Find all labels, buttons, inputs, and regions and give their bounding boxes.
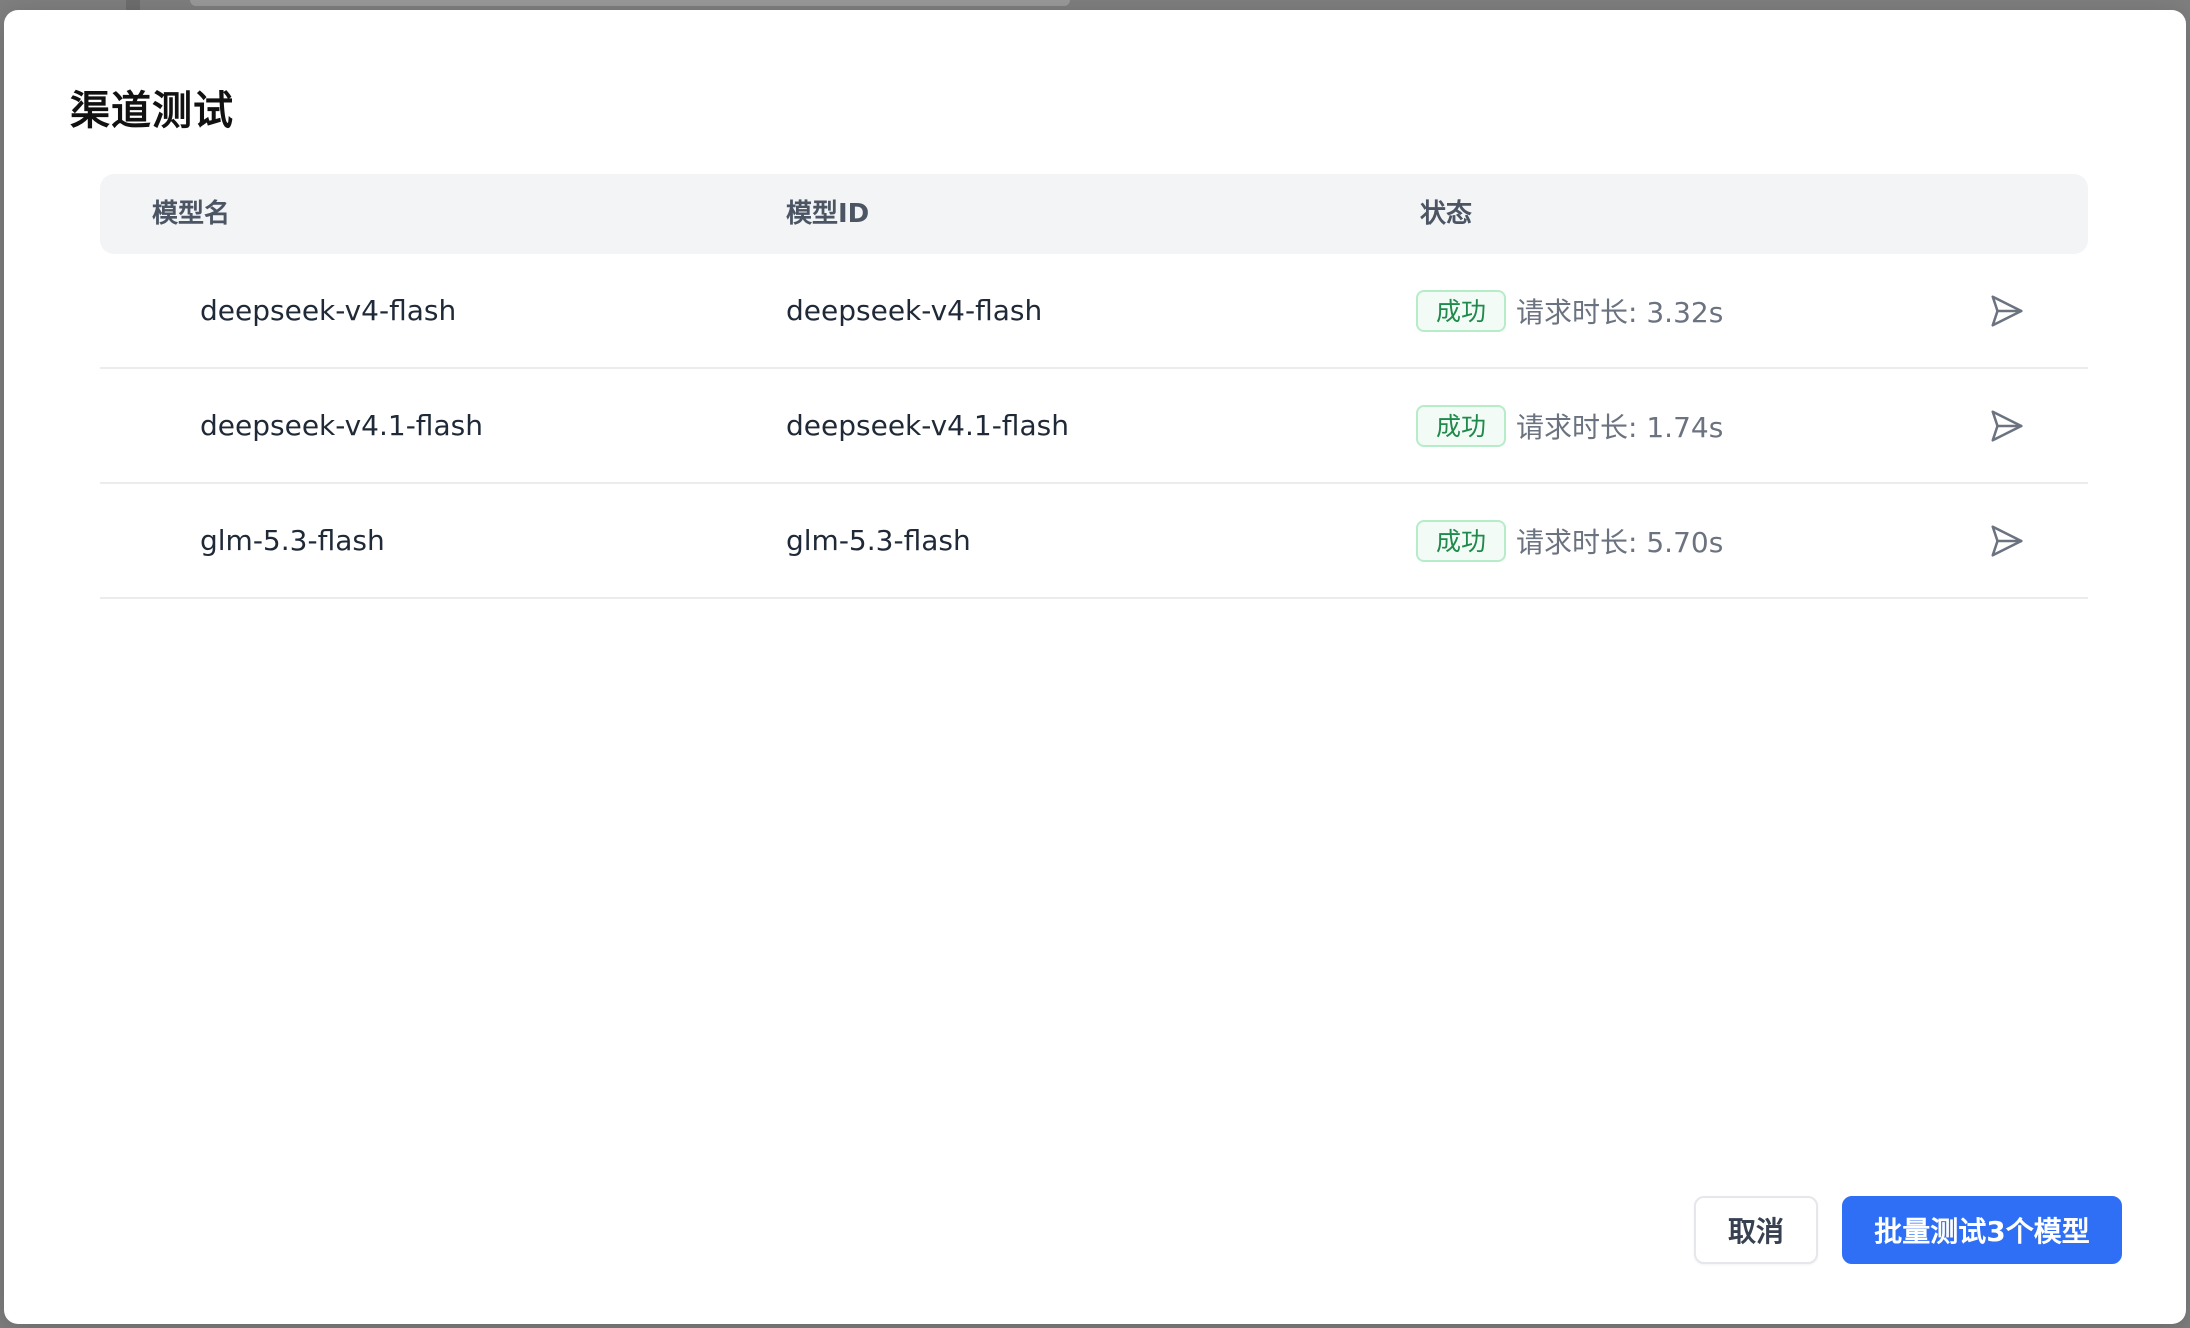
send-icon bbox=[1991, 410, 2023, 442]
status-cell: 成功 请求时长: 1.74s bbox=[1416, 369, 1723, 482]
model-name-cell: deepseek-v4-flash bbox=[200, 294, 457, 327]
request-duration: 请求时长: 5.70s bbox=[1516, 525, 1724, 559]
model-id-cell: deepseek-v4-flash bbox=[786, 294, 1043, 327]
request-duration: 请求时长: 3.32s bbox=[1516, 295, 1724, 329]
table-row: deepseek-v4-flash deepseek-v4-flash 成功 请… bbox=[100, 254, 2088, 369]
background-page-strip bbox=[190, 0, 1070, 6]
dialog-title: 渠道测试 bbox=[70, 88, 234, 134]
header-status: 状态 bbox=[1420, 199, 1473, 229]
channel-test-dialog: 渠道测试 模型名 模型ID 状态 deepseek-v4-flash deeps… bbox=[4, 10, 2186, 1324]
send-icon bbox=[1991, 525, 2023, 557]
cancel-button[interactable]: 取消 bbox=[1694, 1196, 1818, 1264]
status-badge: 成功 bbox=[1416, 404, 1507, 447]
test-model-button[interactable] bbox=[1984, 518, 2030, 564]
test-model-button[interactable] bbox=[1984, 403, 2030, 449]
status-cell: 成功 请求时长: 3.32s bbox=[1416, 254, 1723, 367]
model-test-table: 模型名 模型ID 状态 deepseek-v4-flash deepseek-v… bbox=[100, 174, 2088, 599]
header-model-name: 模型名 bbox=[152, 199, 231, 229]
header-model-id: 模型ID bbox=[786, 199, 870, 229]
batch-test-button[interactable]: 批量测试3个模型 bbox=[1842, 1196, 2122, 1264]
model-name-cell: deepseek-v4.1-flash bbox=[200, 409, 483, 442]
request-duration: 请求时长: 1.74s bbox=[1516, 410, 1724, 444]
status-cell: 成功 请求时长: 5.70s bbox=[1416, 484, 1723, 597]
test-model-button[interactable] bbox=[1984, 288, 2030, 334]
status-badge: 成功 bbox=[1416, 519, 1507, 562]
table-row: glm-5.3-flash glm-5.3-flash 成功 请求时长: 5.7… bbox=[100, 484, 2088, 599]
model-name-cell: glm-5.3-flash bbox=[200, 524, 385, 557]
table-header: 模型名 模型ID 状态 bbox=[100, 174, 2088, 254]
table-row: deepseek-v4.1-flash deepseek-v4.1-flash … bbox=[100, 369, 2088, 484]
model-id-cell: glm-5.3-flash bbox=[786, 524, 971, 557]
model-id-cell: deepseek-v4.1-flash bbox=[786, 409, 1069, 442]
send-icon bbox=[1991, 295, 2023, 327]
status-badge: 成功 bbox=[1416, 289, 1507, 332]
